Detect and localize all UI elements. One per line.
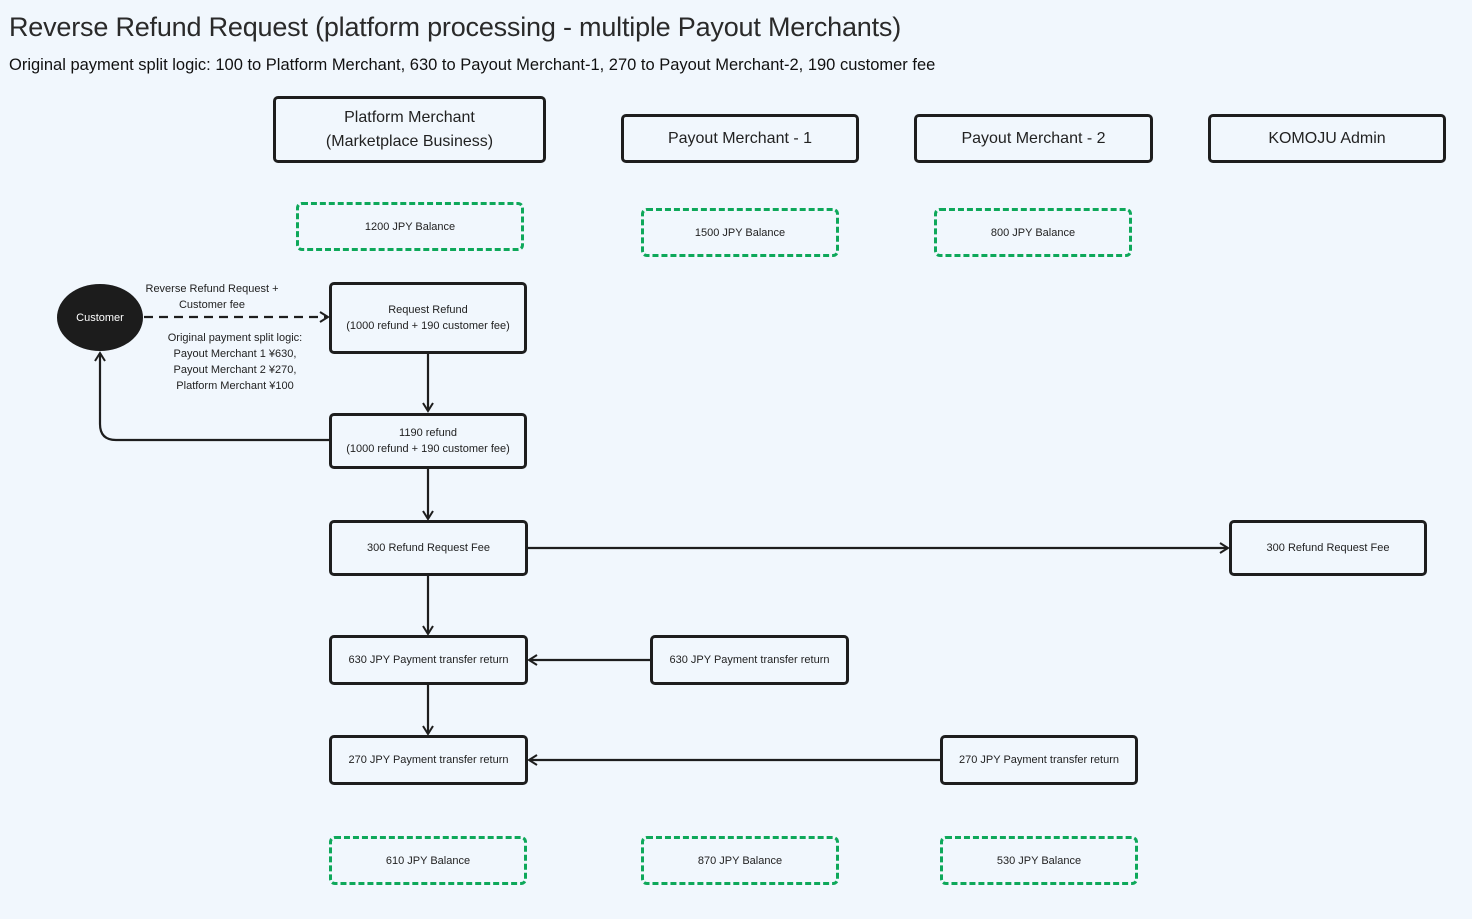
step-text: 630 JPY Payment transfer return: [669, 654, 830, 666]
balance-before-platform[interactable]: 1200 JPY Balance: [296, 202, 524, 251]
lane-komoju-title: KOMOJU Admin: [1268, 129, 1386, 147]
edge-label-request: Reverse Refund Request + Customer fee: [132, 281, 292, 313]
lane-platform-title: Platform Merchant: [344, 108, 475, 126]
step-text: 300 Refund Request Fee: [1266, 542, 1390, 554]
balance-text: 800 JPY Balance: [990, 226, 1076, 239]
step-transfer-270-platform[interactable]: 270 JPY Payment transfer return: [329, 735, 528, 785]
step-request-refund[interactable]: Request Refund (1000 refund + 190 custom…: [329, 282, 527, 354]
step-transfer-270-payout2[interactable]: 270 JPY Payment transfer return: [940, 735, 1138, 785]
balance-before-payout2[interactable]: 800 JPY Balance: [934, 208, 1132, 257]
step-text: Request Refund: [388, 304, 468, 316]
balance-text: 610 JPY Balance: [385, 854, 471, 867]
edge-label-request-line: Customer fee: [178, 299, 246, 311]
step-text: 270 JPY Payment transfer return: [348, 754, 509, 766]
balance-before-payout1[interactable]: 1500 JPY Balance: [641, 208, 839, 257]
balance-text: 870 JPY Balance: [697, 854, 783, 867]
step-text: 270 JPY Payment transfer return: [959, 754, 1119, 766]
step-text: 630 JPY Payment transfer return: [348, 654, 509, 666]
step-refund-request-fee-platform[interactable]: 300 Refund Request Fee: [329, 520, 528, 576]
split-logic-line: Payout Merchant 1 ¥630,: [173, 348, 297, 360]
step-refund-1190[interactable]: 1190 refund (1000 refund + 190 customer …: [329, 413, 527, 469]
edge-label-request-line: Reverse Refund Request +: [145, 283, 279, 295]
balance-text: 530 JPY Balance: [996, 854, 1082, 867]
lane-payout-merchant-1[interactable]: Payout Merchant - 1: [621, 114, 859, 163]
lane-platform-subtitle: (Marketplace Business): [325, 132, 494, 150]
lane-platform-merchant[interactable]: Platform Merchant (Marketplace Business): [273, 96, 546, 163]
balance-after-payout1[interactable]: 870 JPY Balance: [641, 836, 839, 885]
balance-after-platform[interactable]: 610 JPY Balance: [329, 836, 527, 885]
balance-text: 1500 JPY Balance: [694, 226, 786, 239]
step-transfer-630-platform[interactable]: 630 JPY Payment transfer return: [329, 635, 528, 685]
lane-komoju-admin[interactable]: KOMOJU Admin: [1208, 114, 1446, 163]
balance-after-payout2[interactable]: 530 JPY Balance: [940, 836, 1138, 885]
step-text: 300 Refund Request Fee: [367, 542, 490, 554]
edge-label-split-logic: Original payment split logic: Payout Mer…: [150, 330, 320, 394]
lane-payout-merchant-2[interactable]: Payout Merchant - 2: [914, 114, 1153, 163]
step-text: (1000 refund + 190 customer fee): [346, 443, 510, 455]
step-text: 1190 refund: [399, 427, 457, 439]
step-text: (1000 refund + 190 customer fee): [346, 320, 510, 332]
customer-node[interactable]: Customer: [57, 284, 143, 351]
customer-label: Customer: [76, 311, 124, 324]
lane-payout1-title: Payout Merchant - 1: [667, 129, 813, 147]
step-transfer-630-payout1[interactable]: 630 JPY Payment transfer return: [650, 635, 849, 685]
split-logic-line: Payout Merchant 2 ¥270,: [173, 364, 297, 376]
split-logic-line: Platform Merchant ¥100: [176, 380, 294, 392]
split-logic-line: Original payment split logic:: [167, 332, 303, 344]
balance-text: 1200 JPY Balance: [364, 220, 456, 233]
lane-payout2-title: Payout Merchant - 2: [961, 129, 1106, 147]
step-refund-request-fee-komoju[interactable]: 300 Refund Request Fee: [1229, 520, 1427, 576]
